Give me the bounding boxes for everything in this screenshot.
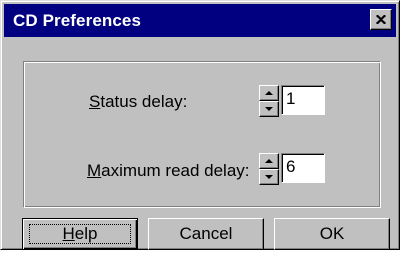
status-delay-spinner[interactable] (259, 85, 279, 117)
status-delay-increment-button[interactable] (259, 85, 279, 101)
ok-button-label: OK (319, 224, 345, 243)
max-read-delay-decrement-button[interactable] (259, 169, 279, 185)
help-button-label: Help (63, 224, 98, 243)
status-delay-label: Status delay: (89, 92, 187, 112)
status-delay-decrement-button[interactable] (259, 101, 279, 117)
close-icon (376, 15, 386, 24)
status-delay-mnemonic: S (89, 92, 101, 111)
max-read-delay-input[interactable]: 6 (281, 153, 325, 183)
delay-settings-group (23, 61, 381, 208)
max-read-delay-label: Maximum read delay: (87, 161, 250, 181)
cancel-button-label: Cancel (179, 224, 233, 243)
help-button[interactable]: Help (22, 218, 138, 250)
cancel-button[interactable]: Cancel (148, 218, 264, 250)
window-title: CD Preferences (13, 11, 142, 30)
ok-button[interactable]: OK (274, 218, 390, 250)
status-delay-label-text: tatus delay: (100, 92, 188, 111)
cd-preferences-dialog: CD Preferences Status delay: 1 Maximum r… (0, 0, 400, 250)
status-delay-input[interactable]: 1 (281, 85, 325, 115)
max-read-delay-increment-button[interactable] (259, 153, 279, 169)
max-read-delay-spinner[interactable] (259, 153, 279, 185)
help-mnemonic: H (62, 224, 75, 243)
arrow-down-icon (265, 175, 273, 179)
arrow-down-icon (265, 107, 273, 111)
max-read-delay-mnemonic: M (87, 161, 102, 180)
close-button[interactable] (370, 9, 392, 30)
title-bar[interactable]: CD Preferences (4, 4, 396, 37)
max-read-delay-label-text: aximum read delay: (101, 161, 250, 180)
help-label-text: elp (74, 224, 98, 243)
arrow-up-icon (265, 91, 273, 95)
arrow-up-icon (265, 159, 273, 163)
